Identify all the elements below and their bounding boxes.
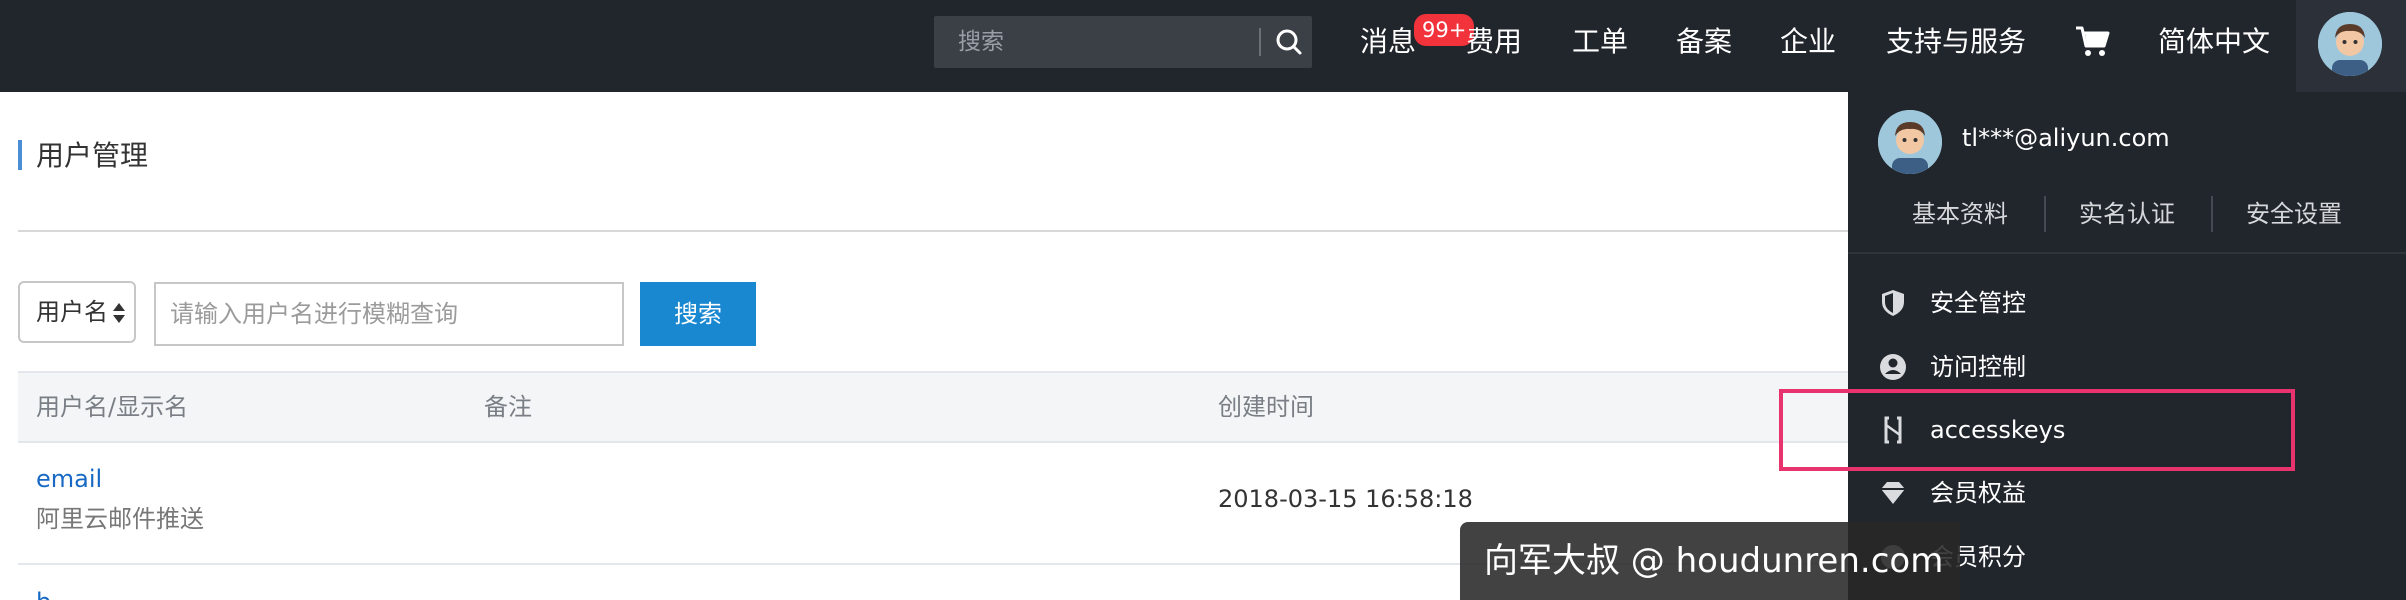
cart-icon[interactable]: [2074, 24, 2112, 60]
page-title: 用户管理: [36, 139, 149, 172]
link-separator: [2211, 196, 2213, 232]
column-created-time: 创建时间: [1218, 393, 1314, 421]
username-search-input[interactable]: [154, 282, 624, 346]
nav-billing[interactable]: 费用: [1466, 0, 1522, 84]
watermark: 向军大叔 @ houdunren.com: [1460, 522, 1960, 600]
shield-icon: [1878, 288, 1908, 318]
account-email: tl***@aliyun.com: [1962, 124, 2170, 152]
sort-arrows-icon: [112, 302, 126, 324]
nav-language[interactable]: 简体中文: [2158, 0, 2270, 84]
global-search[interactable]: 搜索: [934, 16, 1312, 68]
avatar-icon[interactable]: [2318, 12, 2382, 76]
nav-enterprise[interactable]: 企业: [1780, 0, 1836, 84]
menu-item-label: 访问控制: [1930, 353, 2026, 381]
search-icon[interactable]: [1269, 22, 1309, 62]
menu-item-security-control[interactable]: 安全管控: [1878, 278, 2378, 328]
menu-item-access-control[interactable]: 访问控制: [1878, 342, 2378, 392]
user-name-link[interactable]: email: [36, 465, 102, 493]
user-circle-icon: [1878, 352, 1908, 382]
filter-field-select[interactable]: 用户名: [18, 281, 136, 343]
search-button[interactable]: 搜索: [640, 282, 756, 346]
menu-item-label: 会员权益: [1930, 479, 2026, 507]
dropdown-divider: [1848, 252, 2406, 254]
partial-user-link[interactable]: b: [36, 588, 66, 600]
column-username: 用户名/显示名: [36, 393, 189, 421]
column-remark: 备注: [484, 393, 532, 421]
key-bracket-icon: [1878, 415, 1908, 445]
nav-support[interactable]: 支持与服务: [1886, 0, 2026, 84]
nav-messages[interactable]: 消息: [1360, 0, 1416, 84]
link-real-name-verification[interactable]: 实名认证: [2079, 196, 2175, 232]
title-divider: [18, 230, 1918, 232]
dropdown-avatar-icon: [1878, 110, 1942, 174]
menu-item-member-benefits[interactable]: 会员权益: [1878, 468, 2378, 518]
filter-field-value: 用户名: [36, 298, 108, 326]
table-header: 用户名/显示名 备注 创建时间: [18, 371, 1918, 443]
nav-tickets[interactable]: 工单: [1572, 0, 1628, 84]
nav-icp-filing[interactable]: 备案: [1676, 0, 1732, 84]
title-accent-bar: [18, 140, 22, 170]
link-basic-info[interactable]: 基本资料: [1912, 196, 2008, 232]
menu-item-label: accesskeys: [1930, 416, 2066, 444]
diamond-icon: [1878, 478, 1908, 508]
created-time: 2018-03-15 16:58:18: [1218, 485, 1473, 513]
watermark-text: 向军大叔 @ houdunren.com: [1484, 541, 1944, 581]
menu-item-label: 安全管控: [1930, 289, 2026, 317]
global-search-input[interactable]: 搜索: [958, 16, 1004, 68]
link-security-settings[interactable]: 安全设置: [2246, 196, 2342, 232]
user-display-name: 阿里云邮件推送: [36, 505, 204, 533]
menu-item-accesskeys[interactable]: accesskeys: [1878, 405, 2378, 455]
link-separator: [2044, 196, 2046, 232]
top-navbar: 搜索 消息 99+ 费用 工单 备案 企业 支持与服务 简体中文: [0, 0, 2406, 92]
account-menu-trigger[interactable]: [2296, 0, 2406, 92]
search-separator: [1259, 28, 1261, 56]
